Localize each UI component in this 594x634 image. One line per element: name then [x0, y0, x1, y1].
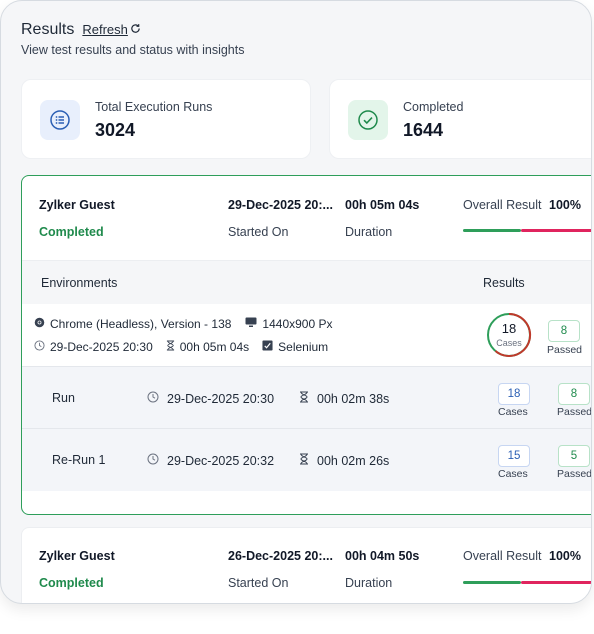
results-header: Results — [483, 276, 525, 290]
page-title: Results — [21, 21, 75, 38]
passed-count[interactable]: 5 — [558, 445, 590, 467]
cases-label: Cases — [498, 468, 528, 480]
list-icon — [40, 100, 80, 140]
run-card[interactable]: Zylker Guest Completed 29-Dec-2025 20:..… — [21, 175, 592, 515]
overall-result-label: Overall Result — [463, 549, 542, 563]
sub-run-duration: 00h 02m 38s — [317, 391, 390, 406]
started-on-label: Started On — [228, 576, 289, 590]
run-status: Completed — [39, 576, 104, 590]
overall-result-value: 100% — [549, 198, 581, 212]
stat-value: 1644 — [403, 120, 444, 140]
cases-donut: 18 Cases — [486, 312, 532, 358]
environments-header: Environments — [41, 276, 118, 290]
screen-resolution: 1440x900 Px — [262, 317, 333, 331]
sub-run-row[interactable]: Run 29-Dec-2025 20:30 00h 02m 38s 18 Cas… — [22, 366, 592, 429]
sub-run-date: 29-Dec-2025 20:30 — [167, 391, 275, 406]
run-user: Zylker Guest — [39, 549, 115, 563]
cases-count[interactable]: 15 — [498, 445, 530, 467]
page-subtitle: View test results and status with insigh… — [21, 43, 245, 57]
browser-name: Chrome (Headless), Version - 138 — [50, 317, 232, 331]
framework-name: Selenium — [278, 340, 329, 354]
refresh-label: Refresh — [82, 22, 128, 37]
result-bar-passed — [463, 581, 521, 584]
run-user: Zylker Guest — [39, 198, 115, 212]
stat-label: Completed — [403, 100, 464, 114]
run-started-on: 26-Dec-2025 20:... — [228, 549, 333, 563]
passed-count[interactable]: 8 — [558, 383, 590, 405]
stat-label: Total Execution Runs — [95, 100, 213, 114]
cases-count: 18 — [501, 321, 517, 336]
cases-count[interactable]: 18 — [498, 383, 530, 405]
sub-run-name: Re-Run 1 — [52, 453, 106, 467]
passed-count[interactable]: 8 — [548, 320, 580, 342]
overall-result-label: Overall Result — [463, 198, 542, 212]
stat-value: 3024 — [95, 120, 136, 140]
run-card[interactable]: Zylker Guest Completed 26-Dec-2025 20:..… — [21, 527, 591, 603]
hourglass-icon — [299, 391, 309, 406]
sub-run-duration: 00h 02m 26s — [317, 453, 390, 468]
environment-date: 29-Dec-2025 20:30 — [50, 340, 153, 354]
result-bar-failed — [521, 581, 591, 584]
refresh-button[interactable]: Refresh — [82, 22, 141, 37]
environments-header-row: Environments Results — [22, 260, 591, 306]
sub-run-row[interactable]: Re-Run 1 29-Dec-2025 20:32 00h 02m 26s 1… — [22, 428, 592, 491]
monitor-icon — [245, 317, 257, 331]
sub-run-date: 29-Dec-2025 20:32 — [167, 453, 275, 468]
environment-duration: 00h 05m 04s — [179, 340, 250, 354]
results-header: Results Refresh View test results and st… — [21, 21, 581, 57]
duration-label: Duration — [345, 225, 393, 239]
clock-icon — [147, 453, 159, 468]
hourglass-icon — [166, 340, 175, 354]
refresh-icon — [130, 22, 141, 37]
clock-icon — [147, 391, 159, 406]
result-bar-failed — [521, 229, 591, 232]
run-started-on: 29-Dec-2025 20:... — [228, 198, 333, 212]
duration-label: Duration — [345, 576, 393, 590]
stat-card-total-runs: Total Execution Runs 3024 — [21, 79, 311, 159]
hourglass-icon — [299, 453, 309, 468]
passed-label: Passed — [557, 468, 592, 480]
started-on-label: Started On — [228, 225, 289, 239]
run-status: Completed — [39, 225, 104, 239]
results-panel: Results Refresh View test results and st… — [0, 0, 592, 604]
check-circle-icon — [348, 100, 388, 140]
passed-label: Passed — [557, 406, 592, 418]
chrome-icon — [34, 317, 45, 331]
selenium-icon — [262, 340, 273, 354]
run-duration: 00h 04m 50s — [345, 549, 420, 563]
environment-row[interactable]: Chrome (Headless), Version - 138 1440x90… — [22, 304, 591, 366]
passed-label: Passed — [547, 344, 583, 356]
stat-card-completed: Completed 1644 — [329, 79, 591, 159]
overall-result-value: 100% — [549, 549, 581, 563]
sub-run-name: Run — [52, 391, 75, 405]
result-bar-passed — [463, 229, 521, 232]
cases-label: Cases — [496, 338, 522, 348]
run-duration: 00h 05m 04s — [345, 198, 420, 212]
cases-label: Cases — [498, 406, 528, 418]
clock-icon — [34, 340, 45, 354]
